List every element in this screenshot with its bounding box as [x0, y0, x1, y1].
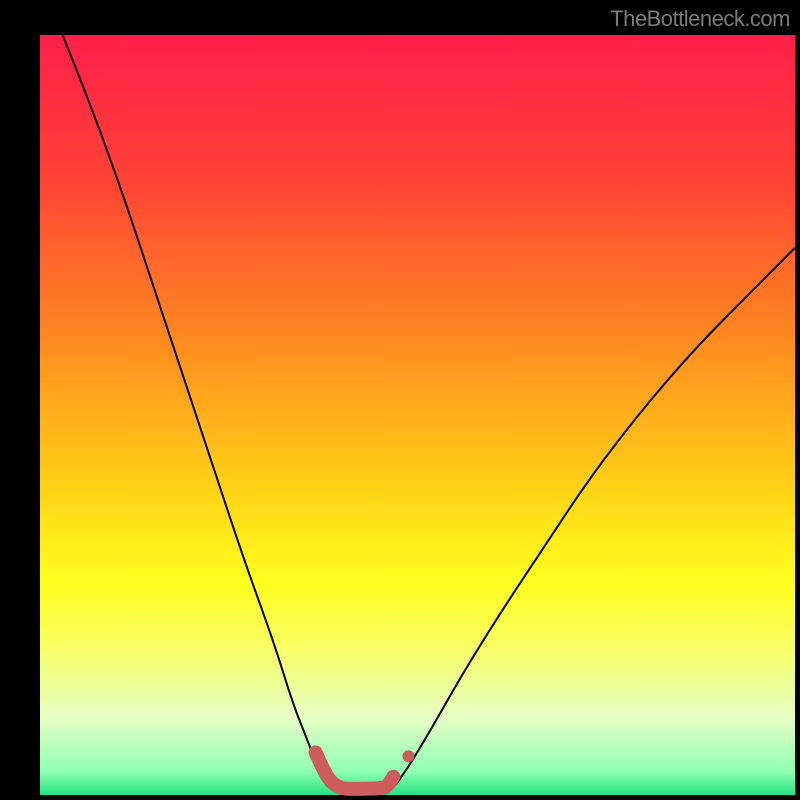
point-dot-right — [402, 750, 414, 762]
watermark-text: TheBottleneck.com — [610, 6, 790, 32]
chart-container: TheBottleneck.com — [0, 0, 800, 800]
plot-background — [40, 35, 795, 795]
bottleneck-chart — [0, 0, 800, 800]
